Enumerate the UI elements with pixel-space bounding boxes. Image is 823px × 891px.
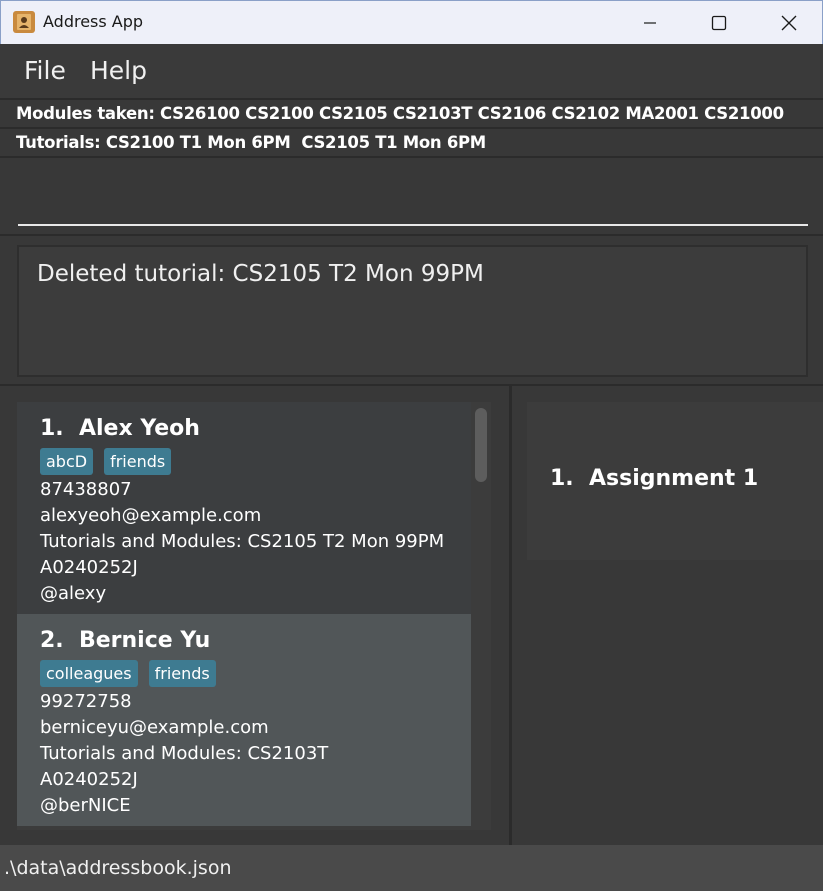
assignment-list: 1. Assignment 1 [527, 402, 823, 560]
tag: abcD [40, 448, 94, 475]
close-icon [781, 15, 797, 30]
status-bar-file-path: .\data\addressbook.json [0, 845, 823, 891]
command-box [0, 156, 823, 234]
result-message: Deleted tutorial: CS2105 T2 Mon 99PM [37, 261, 484, 287]
menu-help[interactable]: Help [90, 56, 147, 85]
person-email: alexyeoh@example.com [40, 505, 262, 526]
split-divider[interactable] [509, 386, 512, 847]
address-book-icon [13, 11, 35, 33]
maximize-icon [711, 15, 727, 30]
modules-taken-label: Modules taken: CS26100 CS2100 CS2105 CS2… [0, 98, 823, 127]
person-card-selected[interactable]: 2. Bernice Yu colleagues friends 9927275… [17, 614, 471, 826]
result-display-area: Deleted tutorial: CS2105 T2 Mon 99PM [0, 234, 823, 384]
maximize-button[interactable] [684, 1, 754, 44]
person-tutorials: Tutorials and Modules: CS2105 T2 Mon 99P… [40, 531, 445, 552]
tag: colleagues [40, 660, 138, 687]
tag: friends [148, 660, 216, 687]
scrollbar-thumb[interactable] [475, 408, 487, 482]
person-email: berniceyu@example.com [40, 717, 269, 738]
minimize-icon [644, 21, 656, 24]
assignment-item[interactable]: 1. Assignment 1 [550, 466, 758, 491]
minimize-button[interactable] [615, 1, 685, 44]
main-split-pane: 1. Alex Yeoh abcD friends 87438807 alexy… [0, 384, 823, 847]
person-student-id: A0240252J [40, 769, 138, 790]
menu-file[interactable]: File [24, 56, 66, 85]
person-name: 2. Bernice Yu [40, 628, 211, 653]
person-list-scrollbar[interactable] [471, 402, 491, 830]
person-phone: 87438807 [40, 479, 132, 500]
tag: friends [104, 448, 172, 475]
tutorials-label: Tutorials: CS2100 T1 Mon 6PM CS2105 T1 M… [0, 127, 823, 156]
result-display: Deleted tutorial: CS2105 T2 Mon 99PM [17, 245, 808, 377]
command-input[interactable] [18, 180, 808, 226]
person-list: 1. Alex Yeoh abcD friends 87438807 alexy… [17, 402, 491, 830]
person-name: 1. Alex Yeoh [40, 416, 200, 441]
person-handle: @berNICE [40, 795, 131, 816]
person-handle: @alexy [40, 583, 107, 604]
person-phone: 99272758 [40, 691, 132, 712]
person-card[interactable]: 1. Alex Yeoh abcD friends 87438807 alexy… [17, 402, 471, 614]
window-titlebar: Address App [0, 0, 823, 44]
tag-list: colleagues friends [40, 660, 471, 688]
menu-bar: File Help [0, 44, 823, 98]
window-title: Address App [43, 12, 144, 31]
close-button[interactable] [754, 1, 823, 44]
person-tutorials: Tutorials and Modules: CS2103T [40, 743, 329, 764]
person-student-id: A0240252J [40, 557, 138, 578]
tag-list: abcD friends [40, 448, 471, 476]
